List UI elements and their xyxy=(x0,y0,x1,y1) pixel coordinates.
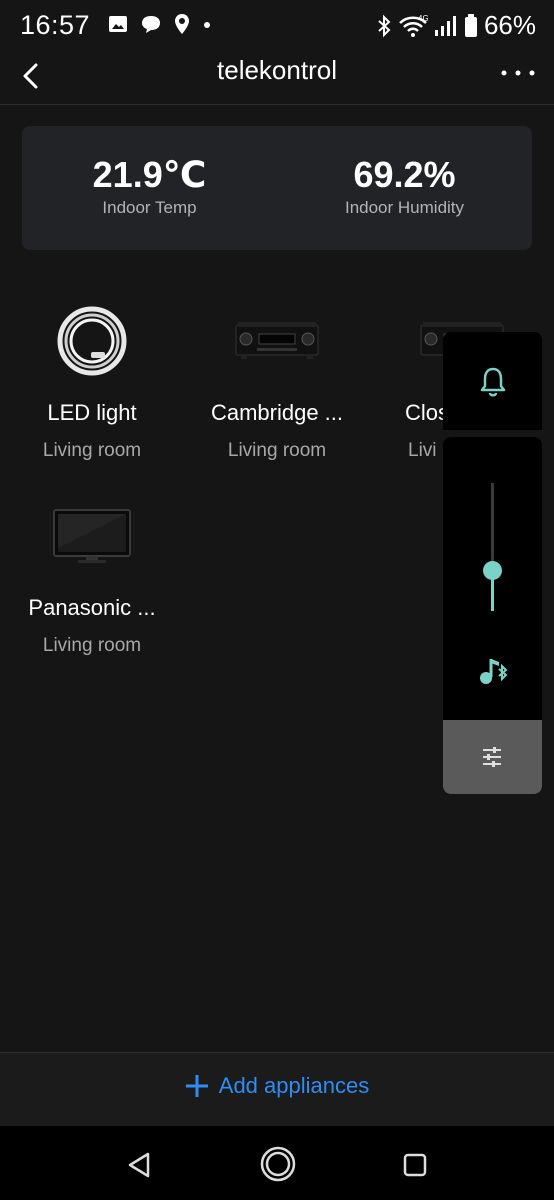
indoor-temp-value: 21.9℃ xyxy=(92,154,207,195)
system-nav-bar xyxy=(0,1126,554,1200)
svg-text:4G: 4G xyxy=(418,14,428,23)
indoor-humidity-value: 69.2% xyxy=(353,154,456,195)
gallery-icon xyxy=(109,16,127,32)
device-panasonic[interactable]: Panasonic ... Living room xyxy=(0,491,184,657)
volume-slider-thumb[interactable] xyxy=(483,560,502,580)
bell-icon[interactable] xyxy=(479,366,507,398)
device-name: Panasonic ... xyxy=(28,595,156,620)
device-led-light[interactable]: LED light Living room xyxy=(0,296,184,462)
battery-icon xyxy=(464,13,477,37)
nav-back-icon[interactable] xyxy=(122,1148,156,1182)
indoor-temp-label: Indoor Temp xyxy=(102,198,197,217)
led-strip-icon xyxy=(57,306,127,376)
av-receiver-icon xyxy=(235,322,319,359)
equalizer-icon xyxy=(483,747,501,767)
wifi-icon: 4G xyxy=(399,14,428,37)
indoor-temp: 21.9℃ Indoor Temp xyxy=(22,154,277,218)
page-title: telekontrol xyxy=(217,55,337,85)
chat-icon xyxy=(142,16,160,33)
app-header: telekontrol xyxy=(0,50,554,105)
add-appliances-button[interactable]: Add appliances xyxy=(0,1073,554,1099)
device-room: Living room xyxy=(42,440,142,461)
signal-icon xyxy=(434,15,456,36)
device-room: Living room xyxy=(227,440,327,461)
ringer-mode-panel[interactable] xyxy=(443,332,542,430)
device-name: Cambridge ... xyxy=(210,400,344,425)
nav-recents-icon[interactable] xyxy=(398,1148,432,1182)
add-appliances-label: Add appliances xyxy=(218,1073,370,1098)
device-room: Living room xyxy=(42,635,142,656)
tv-icon xyxy=(53,509,131,563)
indoor-humidity: 69.2% Indoor Humidity xyxy=(277,154,532,218)
indoor-humidity-label: Indoor Humidity xyxy=(344,198,465,217)
plus-icon xyxy=(185,1075,208,1097)
add-appliances-bar: Add appliances xyxy=(0,1052,554,1127)
volume-panel xyxy=(443,437,542,721)
status-bar: 16:57 4G 66% xyxy=(0,0,554,50)
more-options-icon[interactable] xyxy=(500,66,536,80)
location-icon xyxy=(175,14,189,34)
bluetooth-icon xyxy=(378,14,391,37)
status-time: 16:57 xyxy=(20,10,91,40)
bluetooth-audio-icon xyxy=(480,659,508,684)
nav-home-icon[interactable] xyxy=(258,1144,298,1184)
sound-settings-button[interactable] xyxy=(443,720,542,794)
dot-icon xyxy=(204,22,210,28)
sensor-card: 21.9℃ Indoor Temp 69.2% Indoor Humidity xyxy=(22,126,532,250)
battery-percent: 66% xyxy=(483,10,536,40)
device-cambridge[interactable]: Cambridge ... Living room xyxy=(185,296,369,462)
device-name: LED light xyxy=(47,400,137,425)
